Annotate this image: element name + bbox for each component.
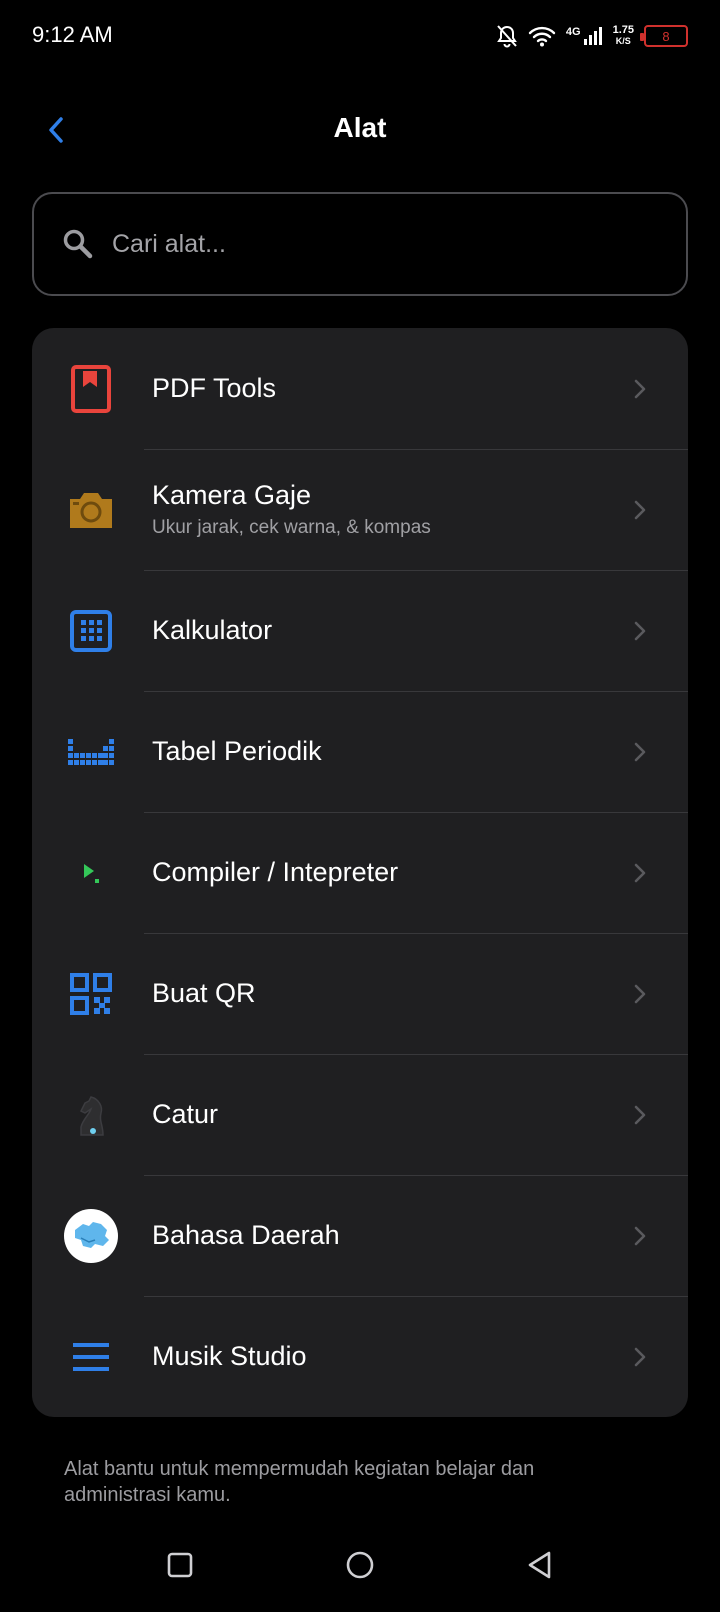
page-title: Alat (333, 112, 387, 143)
battery-level: 8 (662, 28, 670, 44)
chess-knight-icon (62, 1086, 120, 1144)
tool-label: Musik Studio (152, 1341, 307, 1371)
battery-icon: 8 (640, 25, 688, 47)
system-nav-bar (0, 1530, 720, 1600)
terminal-icon (62, 844, 120, 902)
back-triangle-icon (528, 1551, 551, 1579)
network-type: 4G (565, 26, 581, 38)
tool-label: Bahasa Daerah (152, 1220, 340, 1250)
chevron-right-icon (634, 379, 646, 398)
chevron-right-icon (634, 984, 646, 1003)
search-icon (63, 229, 93, 259)
app-header: Alat (0, 96, 720, 164)
screen: 9:12 AM 4G 1.75 K/S 8 Alat Cari alat... … (0, 0, 720, 1612)
tool-item-pdf-tools[interactable]: PDF Tools (32, 328, 688, 449)
search-input[interactable] (112, 229, 686, 259)
tool-item-bahasa-daerah[interactable]: Bahasa Daerah (32, 1175, 688, 1296)
recents-button[interactable] (145, 1530, 215, 1600)
indonesia-map-icon (62, 1207, 120, 1265)
tool-item-buat-qr[interactable]: Buat QR (32, 933, 688, 1054)
tool-label: Catur (152, 1099, 219, 1129)
recents-square-icon (167, 1552, 193, 1578)
status-time: 9:12 AM (32, 22, 113, 47)
qr-code-icon (62, 965, 120, 1023)
home-button[interactable] (325, 1530, 395, 1600)
bell-off-icon (497, 25, 517, 48)
chevron-right-icon (634, 742, 646, 761)
calculator-icon (62, 602, 120, 660)
camera-icon (62, 481, 120, 539)
tool-label: Tabel Periodik (152, 736, 322, 766)
tool-item-kalkulator[interactable]: Kalkulator (32, 570, 688, 691)
status-icons: 4G 1.75 K/S 8 (496, 20, 688, 52)
chevron-right-icon (634, 500, 646, 519)
tool-item-catur[interactable]: Catur (32, 1054, 688, 1175)
tool-label: Compiler / Intepreter (152, 857, 399, 887)
chevron-right-icon (634, 863, 646, 882)
signal-icon (583, 27, 602, 45)
tool-label: Buat QR (152, 978, 256, 1008)
nav-back-button[interactable] (505, 1530, 575, 1600)
chevron-right-icon (634, 621, 646, 640)
chevron-right-icon (634, 1226, 646, 1245)
tool-label: Kamera Gaje (152, 480, 312, 510)
pdf-bookmark-icon (62, 360, 120, 418)
chevron-right-icon (634, 1105, 646, 1124)
menu-lines-icon (62, 1328, 120, 1386)
search-box[interactable] (32, 192, 688, 296)
home-circle-icon (346, 1551, 374, 1579)
chevron-right-icon (634, 1347, 646, 1366)
network-speed: 1.75 K/S (613, 25, 634, 47)
tools-list: PDF Tools Kamera Gaje Ukur jarak, cek wa… (32, 328, 688, 1417)
speed-unit: K/S (615, 36, 631, 46)
wifi-icon (528, 26, 556, 47)
tool-label: Kalkulator (152, 615, 273, 645)
footer-note: Alat bantu untuk mempermudah kegiatan be… (64, 1458, 535, 1506)
speed-value: 1.75 (612, 24, 634, 36)
periodic-table-icon (62, 723, 120, 781)
tool-item-compiler[interactable]: Compiler / Intepreter (32, 812, 688, 933)
status-bar: 9:12 AM 4G 1.75 K/S 8 (0, 0, 720, 72)
tool-item-tabel-periodik[interactable]: Tabel Periodik (32, 691, 688, 812)
tool-item-musik-studio[interactable]: Musik Studio (32, 1296, 688, 1417)
tool-label: PDF Tools (152, 373, 277, 403)
tool-subtitle: Ukur jarak, cek warna, & kompas (152, 517, 431, 538)
tool-item-kamera-gaje[interactable]: Kamera Gaje Ukur jarak, cek warna, & kom… (32, 449, 688, 570)
